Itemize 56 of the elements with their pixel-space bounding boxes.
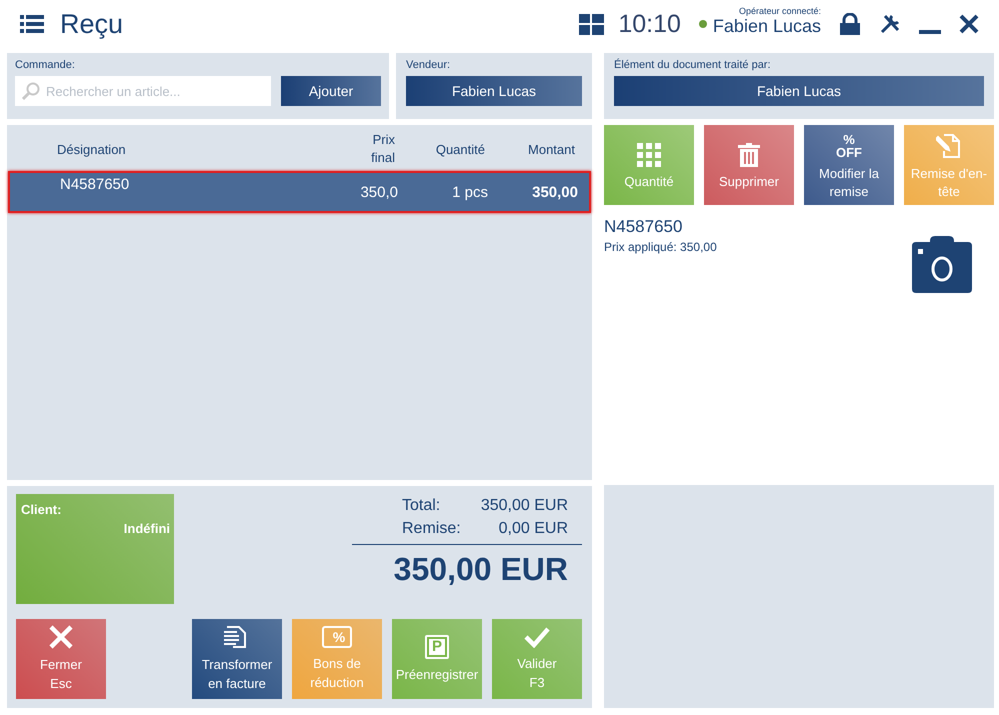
window-title: Reçu (60, 8, 124, 40)
action-button[interactable]: Valider F3 (492, 619, 582, 699)
column-header: Prix final (370, 131, 395, 167)
action-button[interactable]: Transformer en facture (192, 619, 282, 699)
table-cell-text: 350,0 (359, 184, 398, 203)
tools-icon[interactable] (879, 13, 901, 35)
menu-icon[interactable] (20, 15, 44, 33)
close-icon[interactable] (959, 14, 979, 34)
check-icon (524, 626, 550, 648)
action-label: Quantité (624, 173, 674, 191)
coupon-icon: % (322, 626, 352, 648)
grand-total: 350,00 EUR (392, 551, 569, 588)
seller-button[interactable]: Fabien Lucas (406, 76, 582, 106)
document-pencil-icon (936, 133, 962, 159)
action-button[interactable]: Supprimer (704, 125, 794, 205)
client-value: Indéfini (124, 521, 170, 536)
clock-time: 10:10 (618, 10, 681, 38)
grid-icon (637, 143, 661, 167)
processed-by-label: Élément du document traité par: (614, 59, 772, 71)
action-label: Modifier la remise (818, 165, 880, 201)
add-button[interactable]: Ajouter (281, 76, 381, 106)
search-icon (22, 82, 40, 100)
discount-value: 0,00 EUR (498, 519, 568, 539)
total-value: 350,00 EUR (480, 496, 568, 516)
processed-by-button[interactable]: Fabien Lucas (614, 76, 984, 106)
order-label: Commande: (15, 59, 76, 71)
action-button[interactable]: P Préenregistrer (392, 619, 482, 699)
seller-label: Vendeur: (406, 59, 452, 71)
operator-label: Opérateur connecté: (738, 6, 821, 16)
total-label: Total: (402, 496, 440, 516)
parking-icon: P (425, 634, 449, 658)
lock-icon[interactable] (839, 13, 861, 35)
column-header: Montant (527, 142, 575, 156)
client-tile[interactable]: Client: Indéfini (16, 494, 174, 604)
table-cell-text: 350,00 (531, 184, 578, 203)
action-label: Remise d'en-tête (910, 165, 988, 201)
table-cell-text: 1 pcs (451, 184, 488, 203)
discount-label: Remise: (402, 519, 461, 539)
discount-icon: % OFF (836, 133, 862, 159)
camera-icon[interactable] (912, 233, 972, 293)
column-header: Désignation (56, 142, 127, 156)
client-label: Client: (21, 502, 62, 517)
tiles-icon[interactable] (579, 14, 604, 34)
table-cell-text: N4587650 (59, 175, 130, 195)
action-button[interactable]: Quantité (604, 125, 694, 205)
operator-name: Fabien Lucas (712, 16, 821, 36)
trash-icon (738, 143, 760, 167)
column-header: Quantité (434, 142, 485, 156)
action-button[interactable]: Fermer Esc (16, 619, 106, 699)
action-button[interactable]: % OFF Modifier la remise (804, 125, 894, 205)
action-label: Supprimer (719, 173, 779, 191)
item-code: N4587650 (604, 217, 684, 237)
item-price: Prix appliqué: 350,00 (604, 240, 717, 254)
table-row[interactable]: N4587650 350,0 1 pcs 350,00 (8, 171, 591, 213)
search-field[interactable]: Rechercher un article... (15, 76, 271, 106)
close-icon (49, 625, 73, 649)
